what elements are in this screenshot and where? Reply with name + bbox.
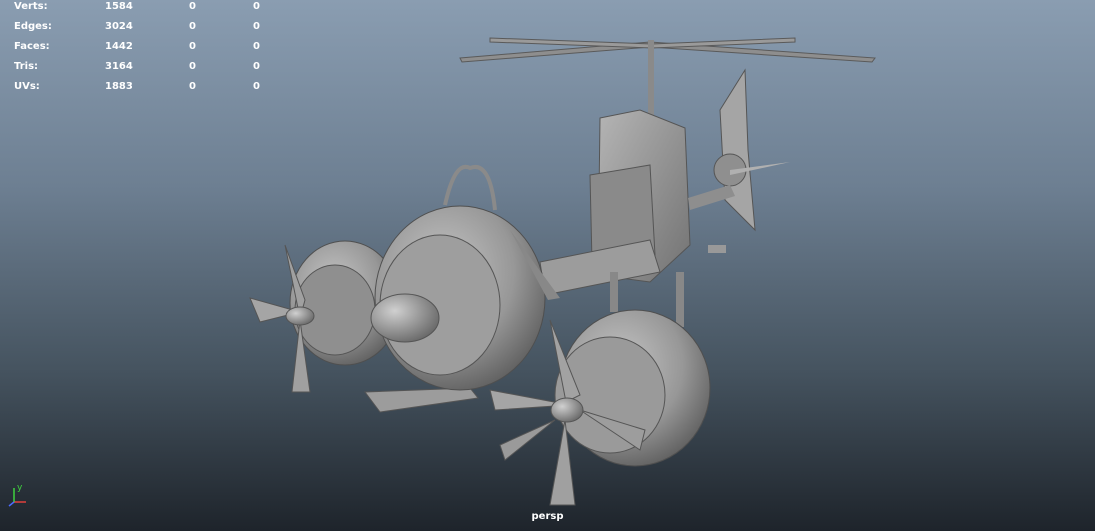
axis-gizmo-icon: y [8,483,26,507]
center-engine-pod [370,205,560,391]
top-handle [443,164,497,211]
main-rotor [459,37,876,120]
aircraft-model[interactable] [0,0,1095,531]
camera-name-label: persp [531,511,564,522]
left-skid [364,387,479,413]
tail-assembly [688,68,790,253]
perspective-viewport[interactable]: Verts: 1584 0 0 Edges: 3024 0 0 Faces: 1… [0,0,1095,531]
seat-body [539,109,691,327]
axis-y-label: y [17,483,23,493]
